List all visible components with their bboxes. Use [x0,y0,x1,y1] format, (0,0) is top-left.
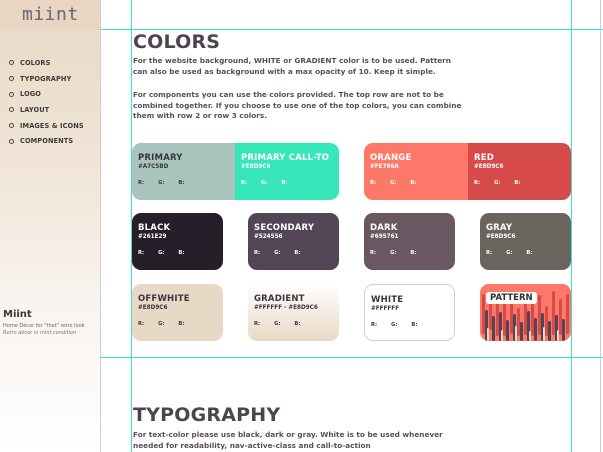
swatch-rgb: R: G: B: [138,250,185,256]
swatch-black[interactable]: BLACK #261E29 R: G: B: [132,213,223,270]
swatch-primary-group: PRIMARY #A7C5BD R: G: B: PRIMARY CALL-TO #… [132,143,339,200]
swatch-orange-group: ORANGE #FE786A R: G: B: RED #E8D9C6 R: G: B: [364,143,571,200]
nav-item-colors[interactable]: COLORS [9,55,84,71]
colors-heading: COLORS [133,31,221,53]
swatch-hex: #261E29 [138,234,167,240]
bullet-icon [9,91,14,97]
swatch-hex: #E8D9C6 [486,234,516,240]
guide-line [100,357,603,358]
guide-line [600,0,601,452]
brand-tagline: Home Décor for "that" retro look Retro d… [3,323,98,337]
swatch-rgb: R: G: B: [138,321,185,327]
swatch-rgb: R: G: B: [370,250,417,256]
nav-item-typography[interactable]: TYPOGRAPHY [9,71,84,87]
swatch-gray[interactable]: GRAY #E8D9C6 R: G: B: [480,213,571,270]
bullet-icon [9,60,14,66]
swatch-rgb: R: G: B: [486,250,533,256]
brand-tagline-text: Home Décor for "that" retro look [3,323,85,329]
swatch-secondary[interactable]: SECONDARY #524556 R: G: B: [248,213,339,270]
swatch-name: PRIMARY [138,153,183,163]
swatch-name: GRAY [486,223,513,233]
swatch-name: RED [474,153,495,163]
typography-paragraph: For text-color please use black, dark or… [133,430,443,450]
bullet-icon [9,123,14,129]
swatch-name: GRADIENT [254,294,305,304]
typography-heading: TYPOGRAPHY [133,404,281,426]
guide-line [100,0,101,452]
swatch-name: DARK [370,223,398,233]
swatch-hex: #FFFFFF [371,306,400,312]
swatch-rgb: R: G: B: [474,180,521,186]
sidebar-nav: COLORS TYPOGRAPHY LOGO LAYOUT IMAGES & I… [9,55,84,149]
swatch-gradient[interactable]: GRADIENT #FFFFFF - #E8D9C6 R: G: B: [248,284,339,341]
colors-paragraph-1: For the website background, WHITE or GRA… [133,56,451,76]
swatch-primary[interactable]: PRIMARY #A7C5BD R: G: B: [132,143,235,200]
swatch-name: PRIMARY CALL-TO [241,153,330,163]
swatch-hex: #524556 [254,234,283,240]
bullet-icon [9,76,14,82]
swatch-rgb: R: G: B: [254,321,301,327]
swatch-hex: #A7C5BD [138,164,169,170]
swatch-orange[interactable]: ORANGE #FE786A R: G: B: [364,143,468,200]
swatch-name: OFFWHITE [138,294,190,304]
nav-item-logo[interactable]: LOGO [9,86,84,102]
swatch-name: SECONDARY [254,223,315,233]
swatch-rgb: R: G: B: [241,180,288,186]
swatch-primary-cta[interactable]: PRIMARY CALL-TO #E8D9C6 R: G: B: [235,143,339,200]
nav-item-components[interactable]: COMPONENTS [9,133,84,149]
swatch-rgb: R: G: B: [254,250,301,256]
swatch-hex: #E8D9C6 [138,305,168,311]
swatch-hex: #E8D9C6 [241,164,271,170]
nav-item-images-icons[interactable]: IMAGES & ICONS [9,118,84,134]
swatch-dark[interactable]: DARK #695761 R: G: B: [364,213,455,270]
bullet-icon [9,107,14,113]
swatch-hex: #695761 [370,234,399,240]
nav-item-layout[interactable]: LAYOUT [9,102,84,118]
brand-name: Miint [3,309,32,320]
swatch-offwhite[interactable]: OFFWHITE #E8D9C6 R: G: B: [132,284,223,341]
swatch-rgb: R: G: B: [370,180,417,186]
colors-paragraph-2: For components you can use the colors pr… [133,90,462,120]
swatch-hex: #FFFFFF - #E8D9C6 [254,305,318,311]
swatch-name: PATTERN [486,292,537,304]
logo-bar: miint [0,0,100,30]
logo[interactable]: miint [22,4,79,25]
swatch-pattern[interactable]: PATTERN [480,284,571,341]
swatch-name: ORANGE [370,153,412,163]
swatch-rgb: R: G: B: [138,180,185,186]
swatch-hex: #FE786A [370,164,399,170]
swatch-name: BLACK [138,223,171,233]
bullet-icon [9,138,14,144]
brand-tagline-italic: Retro décor in mint condition [3,330,77,336]
guide-line [100,29,603,30]
swatch-name: WHITE [371,295,404,305]
swatch-red[interactable]: RED #E8D9C6 R: G: B: [468,143,571,200]
swatch-rgb: R: G: B: [371,322,418,328]
swatch-hex: #E8D9C6 [474,164,504,170]
sidebar: miint COLORS TYPOGRAPHY LOGO LAYOUT IMAG… [0,0,100,452]
guide-line [571,0,572,452]
swatch-white[interactable]: WHITE #FFFFFF R: G: B: [364,284,455,341]
